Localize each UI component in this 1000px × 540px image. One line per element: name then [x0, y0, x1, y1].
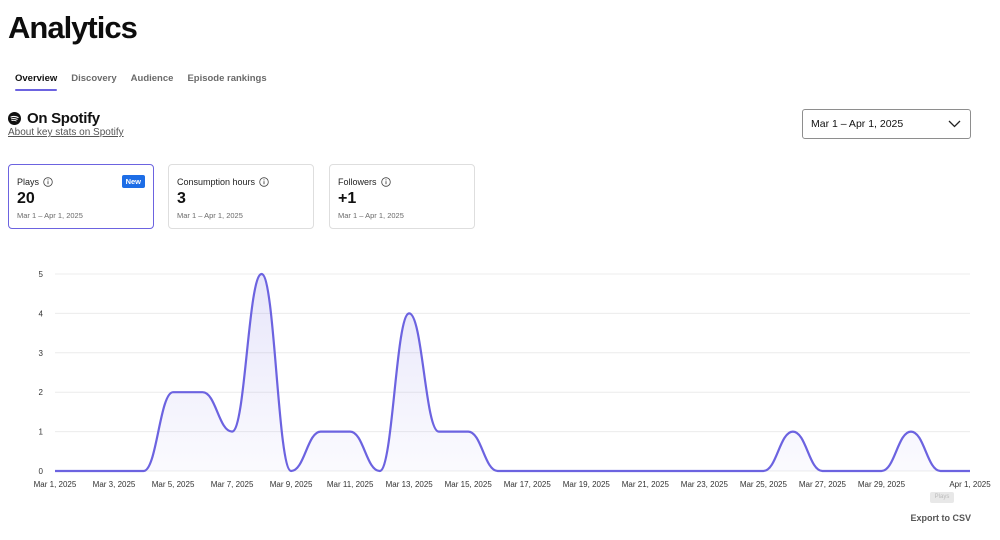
- x-tick-label: Mar 11, 2025: [327, 480, 374, 489]
- tab-audience[interactable]: Audience: [131, 73, 174, 90]
- section-title: On Spotify: [27, 110, 100, 127]
- x-tick-label: Apr 1, 2025: [949, 480, 991, 489]
- card-label-text: Followers: [338, 177, 377, 187]
- section-header: On Spotify: [8, 110, 100, 127]
- x-tick-label: Mar 19, 2025: [563, 480, 611, 489]
- x-tick-label: Mar 21, 2025: [622, 480, 670, 489]
- card-label: Followers: [338, 177, 391, 187]
- y-tick-label: 1: [39, 428, 44, 437]
- chevron-down-icon: [948, 120, 961, 128]
- x-tick-label: Mar 7, 2025: [211, 480, 254, 489]
- stat-card-followers[interactable]: Followers +1 Mar 1 – Apr 1, 2025: [329, 164, 475, 229]
- tab-discovery[interactable]: Discovery: [71, 73, 116, 90]
- y-tick-label: 4: [39, 309, 44, 318]
- stat-card-consumption-hours[interactable]: Consumption hours 3 Mar 1 – Apr 1, 2025: [168, 164, 314, 229]
- plays-chart: 0 1 2 3 4 5 Mar 1, 2025 Mar 3, 2025 Mar 5, 2025 M…: [0, 255, 1000, 500]
- info-icon[interactable]: [43, 177, 53, 187]
- date-range-select[interactable]: Mar 1 – Apr 1, 2025: [802, 109, 971, 139]
- card-label-text: Plays: [17, 177, 40, 187]
- x-tick-label: Mar 3, 2025: [93, 480, 136, 489]
- chart-tooltip: Plays: [930, 492, 954, 503]
- y-tick-label: 5: [39, 270, 44, 279]
- x-tick-label: Mar 15, 2025: [445, 480, 493, 489]
- plays-chart-svg: 0 1 2 3 4 5 Mar 1, 2025 Mar 3, 2025 Mar 5, 2025 M…: [34, 270, 992, 489]
- card-range: Mar 1 – Apr 1, 2025: [17, 211, 83, 220]
- x-tick-label: Mar 1, 2025: [34, 480, 77, 489]
- stat-card-plays[interactable]: Plays New 20 Mar 1 – Apr 1, 2025: [8, 164, 154, 229]
- x-tick-label: Mar 27, 2025: [799, 480, 847, 489]
- x-tick-label: Mar 5, 2025: [152, 480, 195, 489]
- y-tick-label: 2: [39, 388, 44, 397]
- card-range: Mar 1 – Apr 1, 2025: [177, 211, 243, 220]
- tab-bar: Overview Discovery Audience Episode rank…: [15, 73, 267, 91]
- plays-area-fill: [55, 274, 970, 471]
- x-tick-label: Mar 9, 2025: [270, 480, 313, 489]
- spotify-icon: [8, 112, 21, 125]
- x-tick-label: Mar 13, 2025: [386, 480, 434, 489]
- info-icon[interactable]: [259, 177, 269, 187]
- page-title: Analytics: [8, 10, 138, 45]
- card-value: +1: [338, 190, 357, 207]
- card-value: 20: [17, 190, 35, 207]
- new-badge: New: [121, 175, 145, 188]
- x-tick-label: Mar 25, 2025: [740, 480, 788, 489]
- y-tick-label: 0: [39, 467, 44, 476]
- x-tick-label: Mar 17, 2025: [504, 480, 552, 489]
- tab-episode-rankings[interactable]: Episode rankings: [187, 73, 266, 90]
- card-label: Plays: [17, 177, 53, 187]
- date-range-value: Mar 1 – Apr 1, 2025: [811, 118, 904, 130]
- tab-overview[interactable]: Overview: [15, 73, 58, 91]
- info-icon[interactable]: [380, 177, 391, 187]
- x-tick-label: Mar 23, 2025: [681, 480, 729, 489]
- card-value: 3: [177, 190, 186, 207]
- card-label: Consumption hours: [177, 177, 269, 187]
- card-label-text: Consumption hours: [177, 177, 256, 187]
- x-tick-label: Mar 29, 2025: [858, 480, 906, 489]
- about-key-stats-link[interactable]: About key stats on Spotify: [8, 127, 124, 138]
- card-range: Mar 1 – Apr 1, 2025: [338, 211, 404, 220]
- export-csv-link[interactable]: Export to CSV: [910, 513, 971, 523]
- y-tick-label: 3: [39, 349, 44, 358]
